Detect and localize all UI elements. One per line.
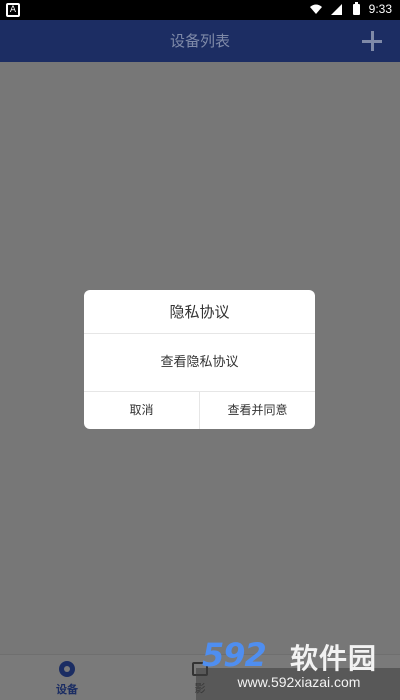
wifi-icon <box>309 4 322 14</box>
signal-icon <box>330 4 342 15</box>
privacy-dialog: 隐私协议 查看隐私协议 取消 查看并同意 <box>84 290 315 429</box>
page-title: 设备列表 <box>169 32 230 50</box>
view-privacy-link[interactable]: 查看隐私协议 <box>84 334 315 392</box>
status-time: 9:33 <box>368 2 392 16</box>
notification-a-icon: A <box>6 3 20 17</box>
media-icon <box>192 662 208 676</box>
status-icons: 9:33 <box>309 2 392 16</box>
status-bar: A 9:33 <box>0 0 400 20</box>
nav-item-label: 影 <box>194 682 206 695</box>
agree-button[interactable]: 查看并同意 <box>200 392 315 429</box>
cancel-button[interactable]: 取消 <box>84 392 200 429</box>
bottom-navigation: 设备 影 <box>0 654 400 700</box>
app-bar: 设备列表 <box>0 20 400 62</box>
camera-icon <box>59 661 75 677</box>
add-device-button[interactable] <box>358 27 386 55</box>
dialog-title: 隐私协议 <box>84 290 315 334</box>
nav-item-label: 设备 <box>56 683 78 696</box>
nav-item-media[interactable]: 影 <box>170 661 230 700</box>
nav-item-devices[interactable]: 设备 <box>37 661 97 700</box>
battery-icon <box>352 2 360 15</box>
dialog-actions: 取消 查看并同意 <box>84 392 315 429</box>
